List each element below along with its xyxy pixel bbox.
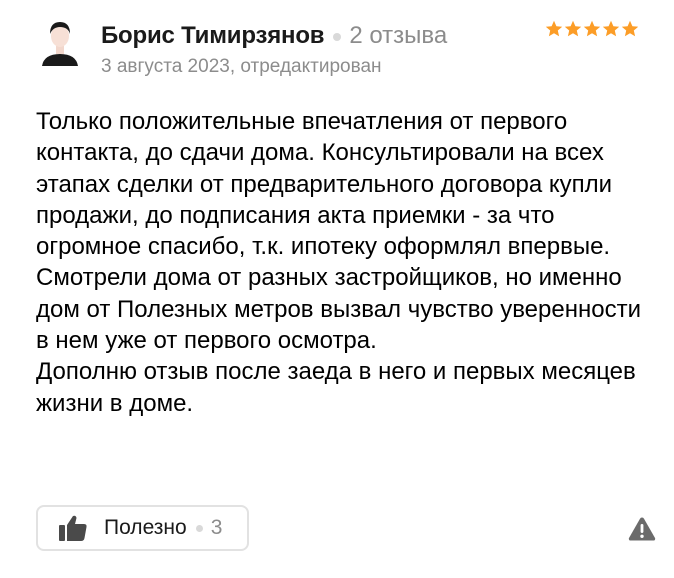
- warning-icon[interactable]: [628, 516, 656, 542]
- review-card: Борис Тимирзянов 2 отзыва 3 августа 2023…: [0, 0, 674, 578]
- author-review-count: 2 отзыва: [349, 22, 448, 49]
- helpful-label: Полезно: [104, 516, 187, 539]
- separator-dot: [333, 33, 342, 41]
- review-paragraph: Только положительные впечатления от перв…: [36, 108, 613, 261]
- review-paragraph: Смотрели дома от разных застройщиков, но…: [36, 264, 641, 355]
- review-paragraph: Дополню отзыв после заеда в него и первы…: [36, 358, 636, 417]
- separator-dot: [195, 524, 203, 532]
- author-name[interactable]: Борис Тимирзянов: [101, 22, 325, 50]
- thumbs-up-icon: [59, 515, 87, 541]
- review-date: 3 августа 2023, отредактирован: [101, 56, 382, 77]
- star-icon: [583, 20, 601, 37]
- star-icon: [602, 20, 620, 37]
- helpful-count: 3: [210, 516, 223, 539]
- author-line: Борис Тимирзянов 2 отзыва: [101, 22, 447, 50]
- avatar[interactable]: [32, 14, 88, 70]
- star-icon: [545, 20, 563, 37]
- star-icon: [564, 20, 582, 37]
- helpful-button[interactable]: Полезно 3: [36, 505, 249, 551]
- star-icon: [621, 20, 639, 37]
- review-text: Только положительные впечатления от перв…: [36, 106, 656, 419]
- star-rating: [545, 20, 639, 38]
